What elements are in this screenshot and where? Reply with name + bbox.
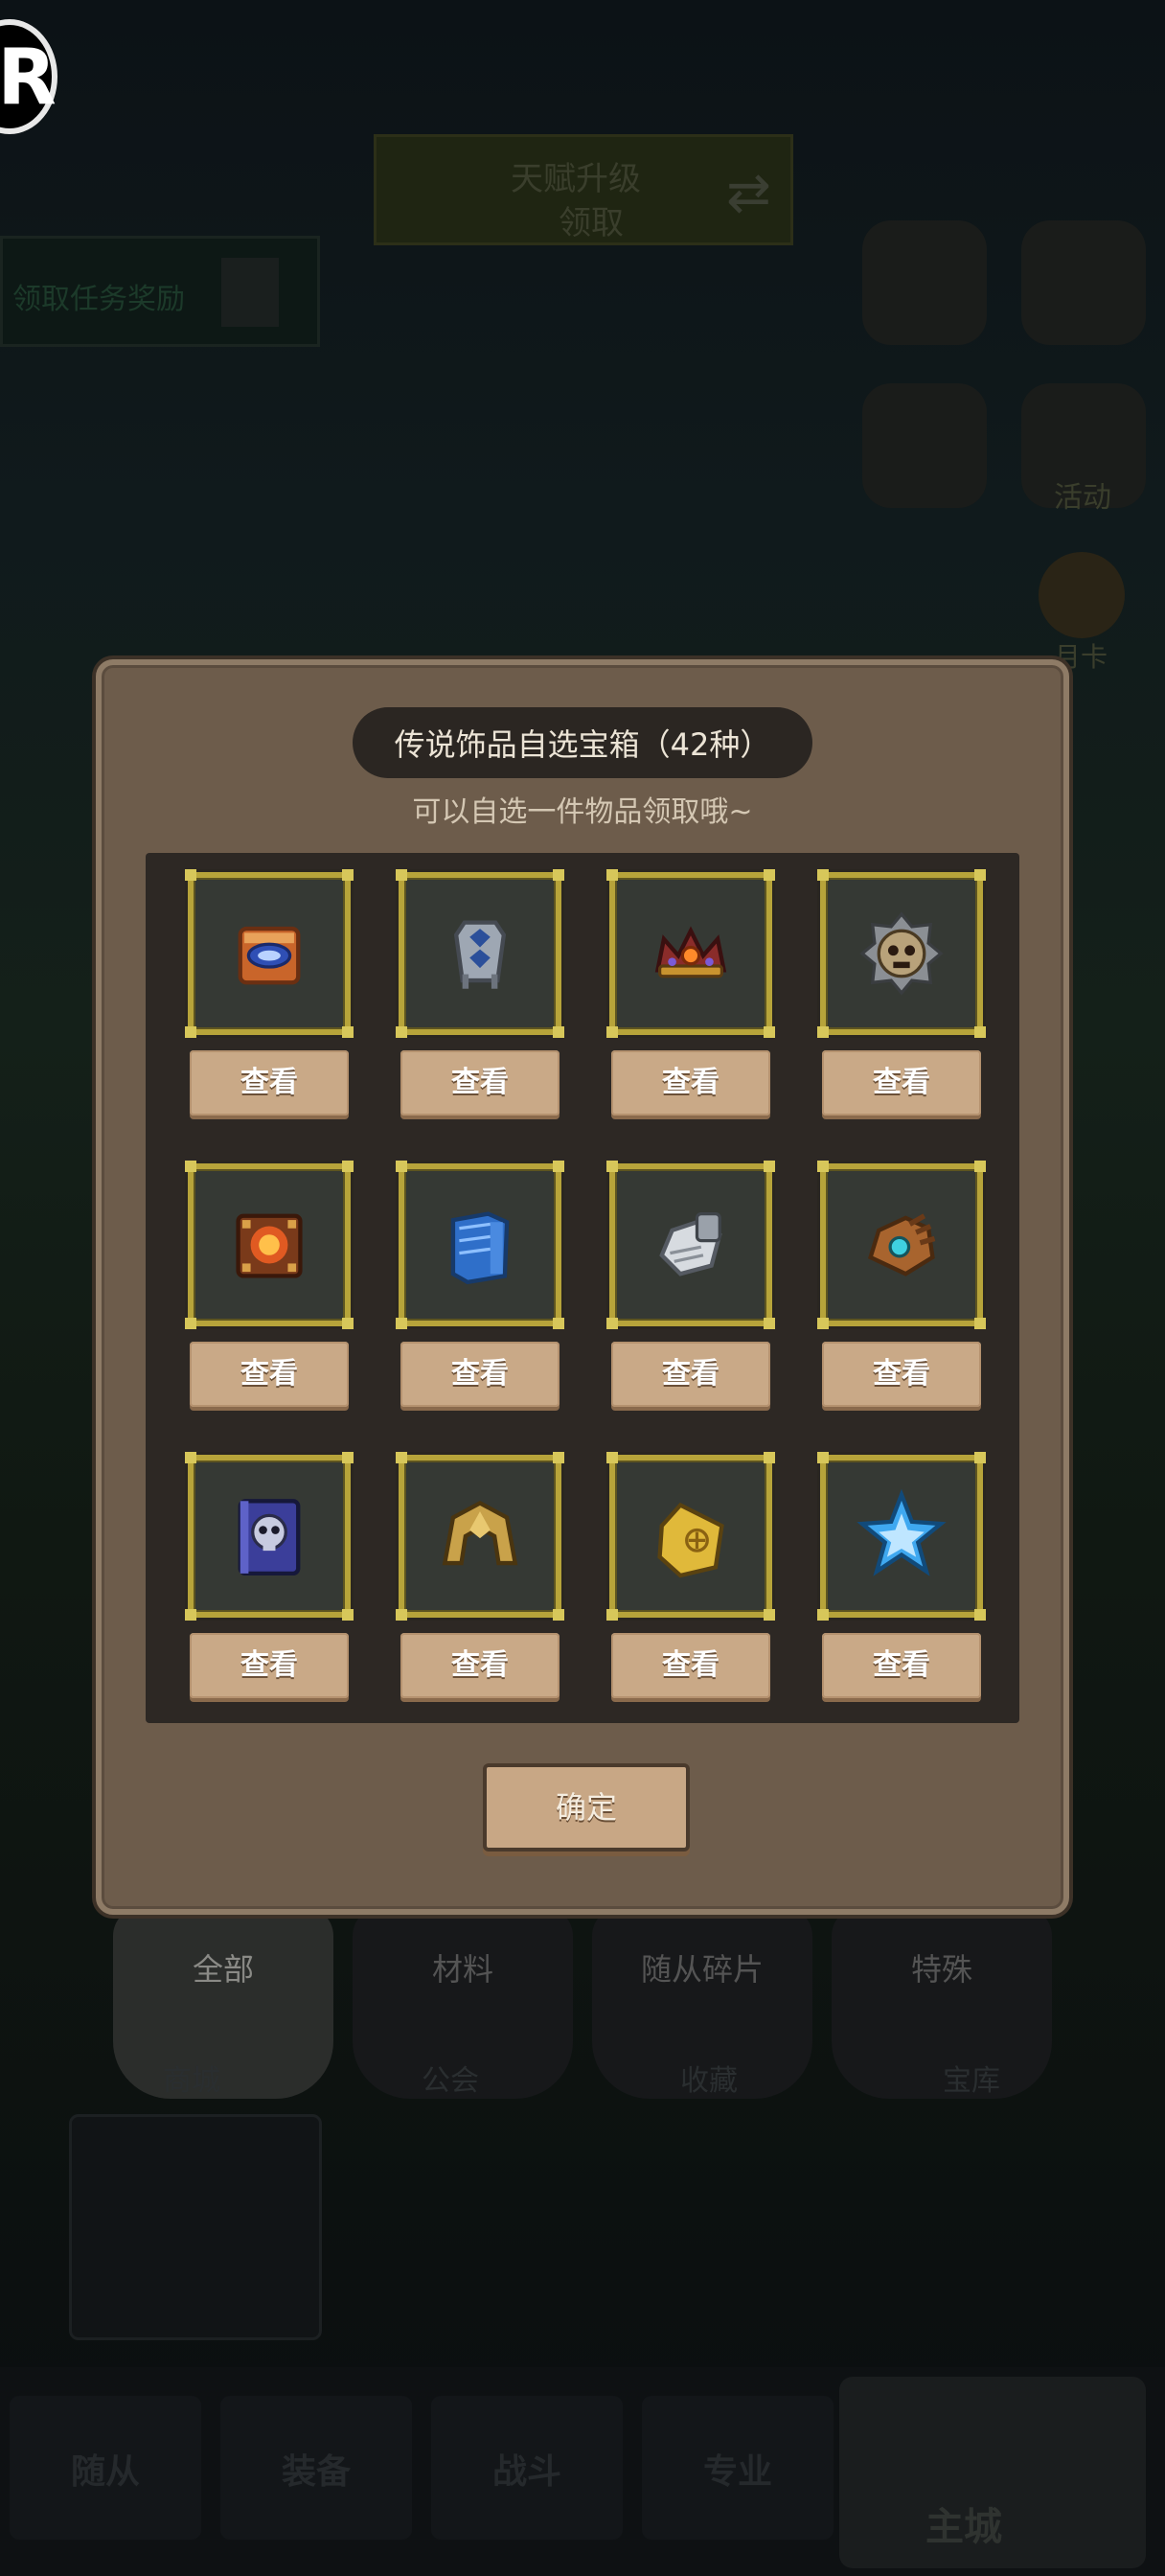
tab-all-label: 全部: [192, 1951, 254, 1988]
silver-gauntlet-icon: [659, 1211, 722, 1276]
item-slot[interactable]: 查看: [817, 1452, 986, 1698]
treasury-caption: 宝库: [943, 2064, 1000, 2098]
nav-home-city: 主城: [839, 2377, 1146, 2568]
item-slot[interactable]: 查看: [185, 1161, 354, 1407]
item-frame[interactable]: [606, 1452, 775, 1621]
item-slot[interactable]: 查看: [185, 1452, 354, 1698]
task-reward-bar: 领取任务奖励: [0, 236, 320, 347]
shop-caption: 商城: [163, 2064, 220, 2098]
cape-icon: [453, 920, 507, 989]
view-button[interactable]: 查看: [822, 1342, 981, 1407]
view-button[interactable]: 查看: [611, 1633, 770, 1698]
nav-equipment: 装备: [220, 2396, 412, 2540]
item-slot[interactable]: 查看: [396, 1452, 564, 1698]
talent-claim-label: 领取: [559, 204, 624, 242]
nav-home-label: 主城: [925, 2505, 1002, 2549]
item-slot[interactable]: 查看: [606, 1161, 775, 1407]
view-button[interactable]: 查看: [190, 1342, 349, 1407]
view-button[interactable]: 查看: [400, 1342, 560, 1407]
item-slot[interactable]: 查看: [606, 1452, 775, 1698]
corner-logo: R: [0, 19, 57, 134]
settings-gear-icon: [1021, 220, 1146, 345]
view-button[interactable]: 查看: [190, 1633, 349, 1698]
item-frame[interactable]: [396, 1452, 564, 1621]
tab-special: 特殊: [832, 1907, 1052, 2099]
collection-caption: 收藏: [680, 2064, 738, 2098]
view-button[interactable]: 查看: [822, 1050, 981, 1116]
item-frame[interactable]: [185, 1161, 354, 1329]
item-frame[interactable]: [817, 869, 986, 1038]
golden-book-icon: [657, 1502, 724, 1578]
item-frame[interactable]: [817, 1161, 986, 1329]
shop-icon: [862, 383, 987, 508]
item-frame[interactable]: [606, 1161, 775, 1329]
tab-special-label: 特殊: [910, 1951, 972, 1988]
nav-followers-label: 随从: [70, 2452, 140, 2492]
talent-upgrade-label: 天赋升级: [511, 160, 641, 198]
dialog-subtitle: 可以自选一件物品领取哦~: [412, 795, 753, 829]
item-frame[interactable]: [396, 1161, 564, 1329]
item-frame[interactable]: [817, 1452, 986, 1621]
tab-fragments-label: 随从碎片: [640, 1951, 764, 1988]
item-slot[interactable]: 查看: [606, 869, 775, 1116]
skull-tome-icon: [238, 1499, 301, 1576]
fire-tome-icon: [236, 1213, 303, 1278]
tab-materials-label: 材料: [431, 1951, 493, 1988]
view-button[interactable]: 查看: [822, 1633, 981, 1698]
swap-icon: ⇄: [726, 162, 771, 224]
nav-profession: 专业: [642, 2396, 834, 2540]
confirm-button[interactable]: 确定: [483, 1763, 690, 1852]
talent-upgrade-bar: 天赋升级 领取 ⇄: [374, 134, 793, 245]
item-frame[interactable]: [185, 1452, 354, 1621]
task-reward-label: 领取任务奖励: [12, 283, 185, 316]
view-button[interactable]: 查看: [400, 1633, 560, 1698]
guild-caption: 公会: [422, 2064, 479, 2098]
crown-red-icon: [654, 926, 727, 978]
golden-crown-icon: [442, 1500, 518, 1566]
nav-profession-label: 专业: [702, 2452, 772, 2492]
item-slot[interactable]: 查看: [817, 869, 986, 1116]
item-slot[interactable]: 查看: [185, 869, 354, 1116]
legendary-chest-dialog: 传说饰品自选宝箱（42种） 可以自选一件物品领取哦~ 查看 查看 查看 查看 查…: [96, 659, 1069, 1915]
nav-battle-label: 战斗: [491, 2452, 561, 2492]
item-slot[interactable]: 查看: [396, 1161, 564, 1407]
view-button[interactable]: 查看: [190, 1050, 349, 1116]
bronze-gauntlet-icon: [867, 1213, 936, 1276]
task-box-icon: [221, 258, 279, 327]
item-frame[interactable]: [396, 869, 564, 1038]
item-frame[interactable]: [185, 869, 354, 1038]
event-icon: [862, 220, 987, 345]
skull-shield-icon: [859, 911, 944, 996]
nav-battle: 战斗: [431, 2396, 623, 2540]
item-slot[interactable]: 查看: [396, 869, 564, 1116]
tab-all: 全部: [113, 1907, 333, 2099]
nav-followers: 随从: [10, 2396, 201, 2540]
item-frame[interactable]: [606, 869, 775, 1038]
item-grid: 查看 查看 查看 查看 查看 查看 查看 查看 查看 查看 查看 查看: [146, 853, 1019, 1723]
view-button[interactable]: 查看: [611, 1050, 770, 1116]
blue-scroll-icon: [450, 1211, 510, 1285]
view-button[interactable]: 查看: [611, 1342, 770, 1407]
item-slot[interactable]: 查看: [817, 1161, 986, 1407]
dialog-title: 传说饰品自选宝箱（42种）: [353, 707, 812, 778]
inventory-card: [69, 2114, 322, 2340]
monthly-card-icon: [1039, 552, 1125, 638]
activity-label: 活动: [1054, 481, 1111, 515]
ice-star-icon: [857, 1488, 947, 1576]
view-button[interactable]: 查看: [400, 1050, 560, 1116]
book-orange-icon: [238, 926, 301, 985]
nav-equipment-label: 装备: [281, 2452, 351, 2492]
